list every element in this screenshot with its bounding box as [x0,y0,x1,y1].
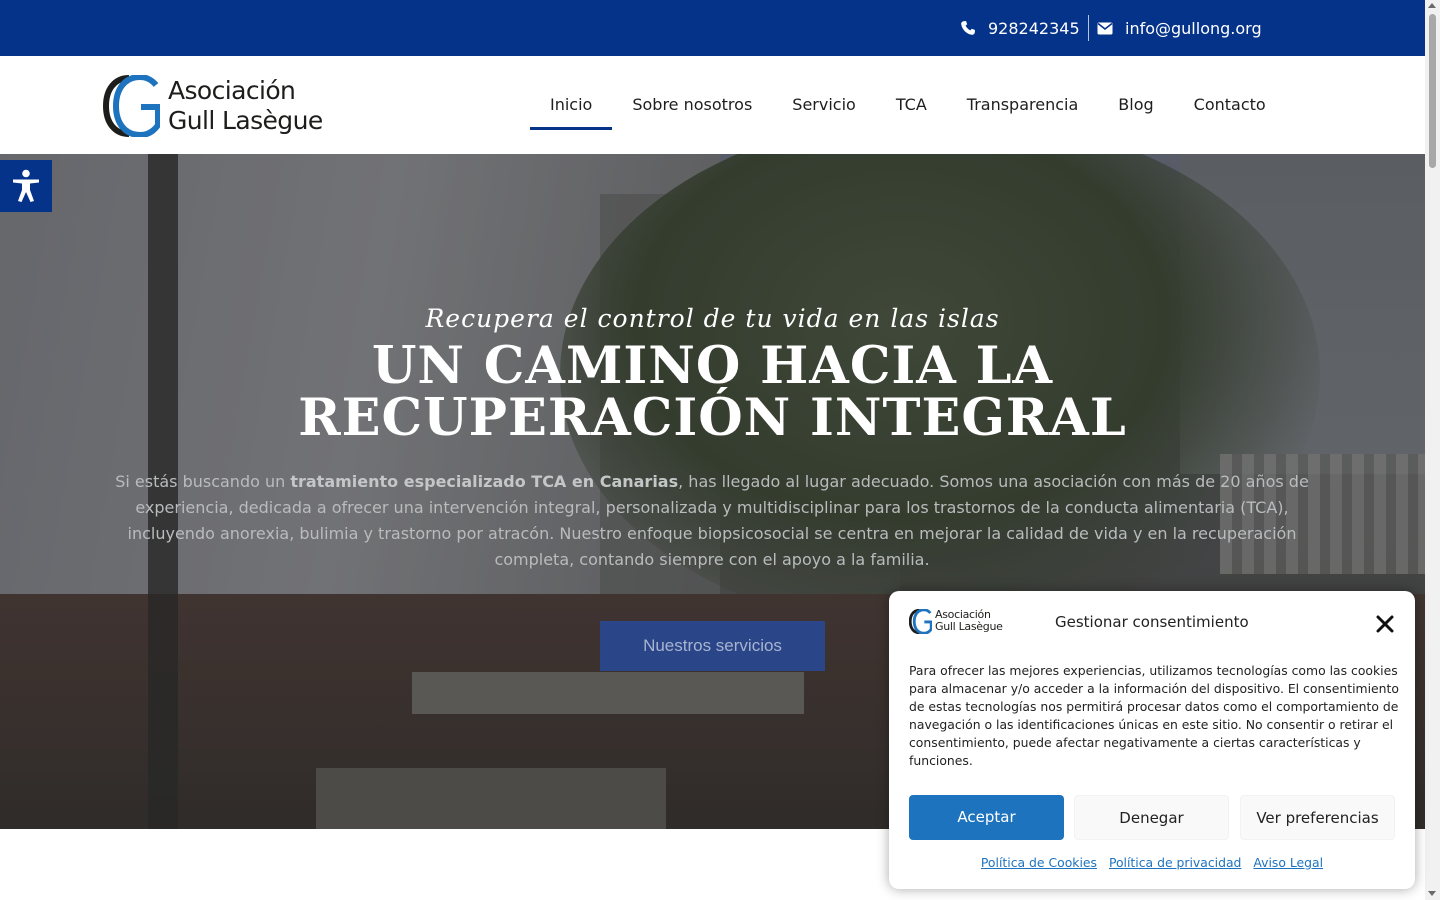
accessibility-button[interactable] [0,160,52,212]
page-scrollbar[interactable] [1425,0,1440,900]
nav-servicio[interactable]: Servicio [772,56,876,154]
nav-tca[interactable]: TCA [876,56,947,154]
site-logo[interactable]: Asociación Gull Lasègue [102,71,353,141]
email-link[interactable]: info@gullong.org [1097,0,1262,56]
deny-button[interactable]: Denegar [1074,795,1229,840]
nav-contacto[interactable]: Contacto [1174,56,1286,154]
main-nav: Inicio Sobre nosotros Servicio TCA Trans… [530,56,1286,154]
legal-notice-link[interactable]: Aviso Legal [1253,855,1323,870]
faint-element [36,839,106,865]
accessibility-icon [13,169,39,202]
privacy-policy-link[interactable]: Política de privacidad [1109,855,1241,870]
consent-links: Política de Cookies Política de privacid… [889,855,1415,870]
services-button[interactable]: Nuestros servicios [600,621,825,671]
nav-transparencia[interactable]: Transparencia [947,56,1099,154]
close-icon[interactable] [1375,614,1395,634]
hero-desc-highlight: tratamiento especializado TCA en Canaria… [290,472,679,491]
envelope-icon [1097,22,1113,34]
scroll-up-arrow[interactable] [1428,3,1436,8]
hero-title: UN CAMINO HACIA LA RECUPERACIÓN INTEGRAL [298,336,1127,448]
cookie-consent-dialog: Asociación Gull Lasègue Gestionar consen… [889,591,1415,889]
logo-line-1: Asociación [168,76,296,105]
accept-button[interactable]: Aceptar [909,795,1064,840]
logo-text: Asociación Gull Lasègue [168,76,323,136]
nav-sobre-nosotros[interactable]: Sobre nosotros [612,56,772,154]
consent-logo-text: Asociación Gull Lasègue [935,609,1003,633]
consent-message: Para ofrecer las mejores experiencias, u… [909,663,1399,768]
site-header: Asociación Gull Lasègue Inicio Sobre nos… [0,56,1425,154]
consent-logo-mark [908,607,933,635]
nav-inicio[interactable]: Inicio [530,56,613,154]
phone-link[interactable]: 928242345 [960,0,1080,56]
preferences-button[interactable]: Ver preferencias [1240,795,1395,840]
top-contact-bar: 928242345 info@gullong.org [0,0,1425,56]
contact-divider [1088,15,1089,41]
phone-number[interactable]: 928242345 [988,19,1080,38]
hero-desc-intro: Si estás buscando un [115,472,291,491]
nav-blog[interactable]: Blog [1098,56,1173,154]
hero-tagline: Recupera el control de tu vida en las is… [425,304,1000,333]
email-address[interactable]: info@gullong.org [1125,19,1262,38]
scroll-thumb[interactable] [1429,14,1436,168]
consent-logo-line-2: Gull Lasègue [935,620,1003,633]
phone-icon [961,21,975,35]
consent-logo: Asociación Gull Lasègue [908,607,1019,635]
hero-description: Si estás buscando un tratamiento especia… [102,469,1322,573]
consent-title: Gestionar consentimiento [1055,613,1249,631]
cookie-policy-link[interactable]: Política de Cookies [981,855,1097,870]
scroll-down-arrow[interactable] [1428,891,1436,896]
logo-mark [102,73,161,139]
logo-line-2: Gull Lasègue [168,106,323,135]
